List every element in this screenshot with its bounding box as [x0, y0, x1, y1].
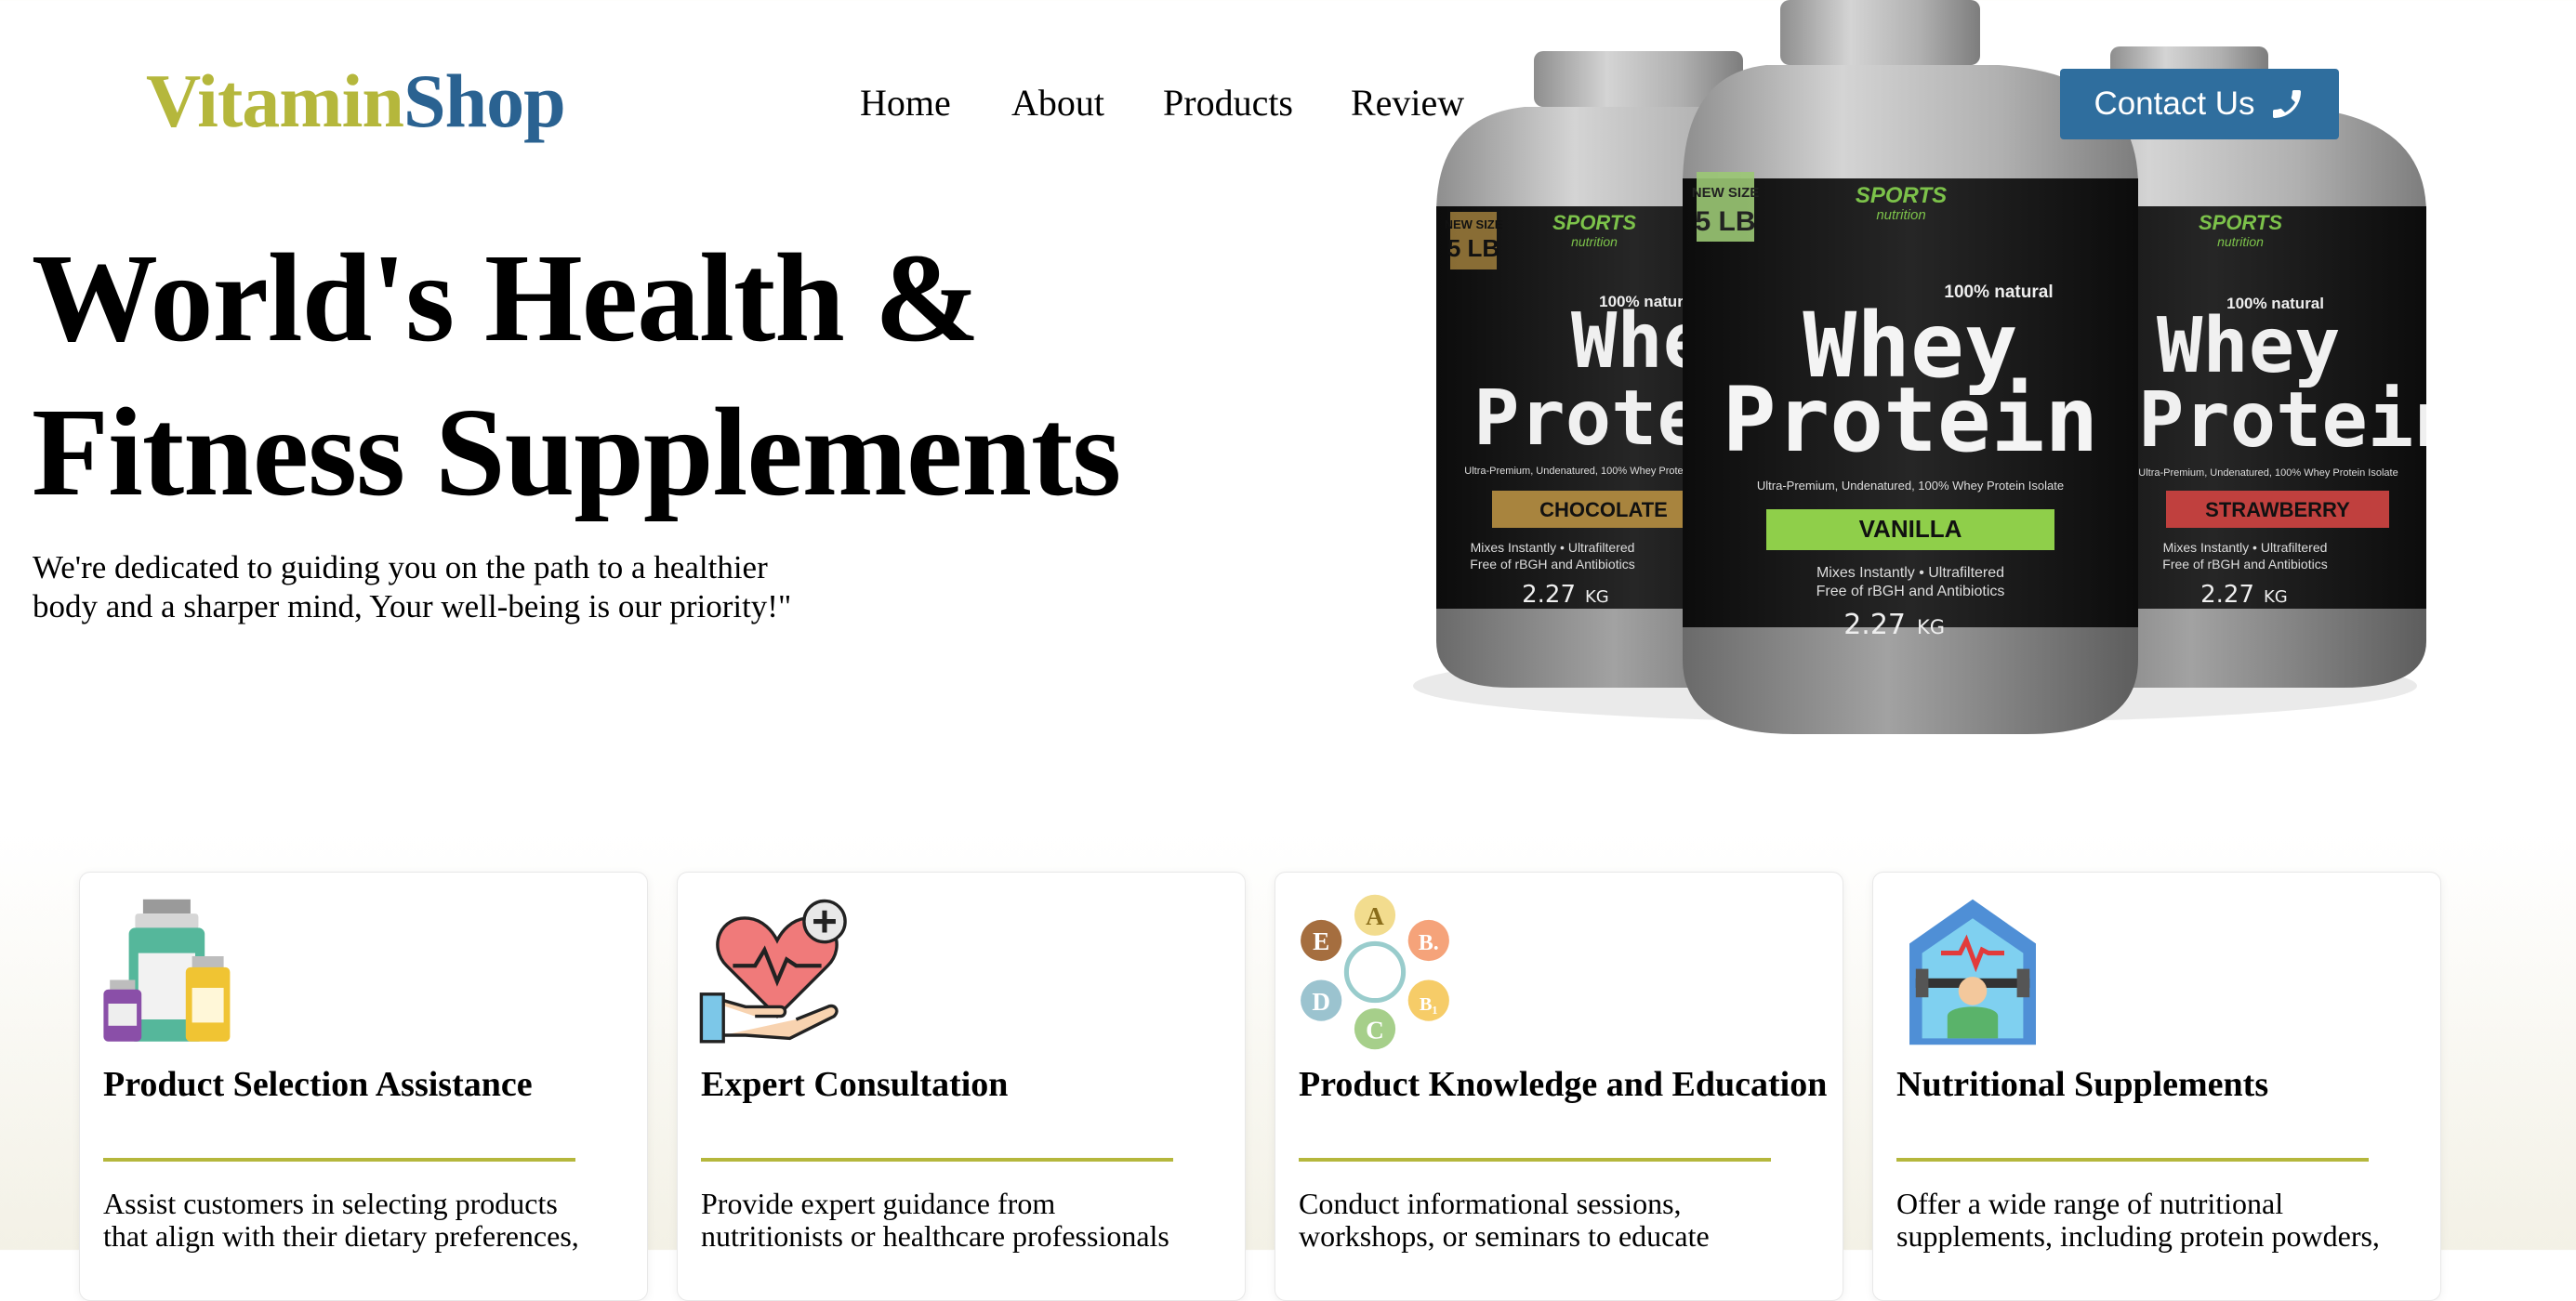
svg-text:C: C [1366, 1016, 1384, 1044]
card-title: Product Knowledge and Education [1299, 1065, 1828, 1104]
svg-text:KG: KG [1585, 587, 1609, 607]
card-text: Assist customers in selecting products t… [103, 1187, 579, 1253]
title-divider [701, 1158, 1173, 1162]
svg-text:2.27: 2.27 [1843, 609, 1906, 641]
svg-text:nutrition: nutrition [2217, 234, 2264, 249]
title-divider [1299, 1158, 1771, 1162]
svg-text:nutrition: nutrition [1876, 207, 1925, 223]
hero-title-line2: Fitness Supplements [32, 383, 1121, 522]
svg-text:Protein: Protein [2138, 376, 2426, 465]
service-card-product-knowledge[interactable]: A B. B₁ C D E Product Knowledge and Educ… [1275, 872, 1843, 1301]
logo-vitamin: Vitamin [146, 59, 404, 143]
hero-title-line1: World's Health & [32, 229, 980, 368]
svg-text:SPORTS: SPORTS [1856, 183, 1947, 208]
card-text: Provide expert guidance from nutritionis… [701, 1187, 1169, 1253]
svg-text:Mixes Instantly • Ultrafiltere: Mixes Instantly • Ultrafiltered [2163, 540, 2328, 555]
contact-us-label: Contact Us [2094, 85, 2255, 122]
svg-text:B₁: B₁ [1420, 994, 1438, 1015]
svg-text:Free of rBGH and Antibiotics: Free of rBGH and Antibiotics [2162, 557, 2327, 572]
supplement-bottles-icon [103, 899, 231, 1042]
svg-text:A: A [1366, 902, 1384, 930]
hero-subtitle-line1: We're dedicated to guiding you on the pa… [33, 549, 768, 585]
svg-text:STRAWBERRY: STRAWBERRY [2205, 498, 2350, 521]
svg-text:Free of rBGH and Antibiotics: Free of rBGH and Antibiotics [1470, 557, 1634, 572]
svg-text:VANILLA: VANILLA [1859, 515, 1962, 543]
hero-title: World's Health & Fitness Supplements [32, 221, 1240, 530]
svg-text:5 LB: 5 LB [1447, 234, 1499, 262]
service-card-expert-consultation[interactable]: Expert Consultation Provide expert guida… [677, 872, 1246, 1301]
card-title: Product Selection Assistance [103, 1065, 533, 1104]
svg-text:Protein: Protein [1723, 368, 2099, 472]
heart-care-icon [699, 899, 847, 1044]
svg-text:SPORTS: SPORTS [2199, 211, 2282, 234]
contact-us-button[interactable]: Contact Us [2060, 69, 2339, 139]
svg-text:B.: B. [1419, 931, 1439, 955]
nav-products[interactable]: Products [1163, 80, 1293, 126]
card-text: Conduct informational sessions, workshop… [1299, 1187, 1710, 1253]
svg-text:E: E [1313, 927, 1329, 955]
svg-text:KG: KG [2264, 587, 2288, 607]
svg-text:CHOCOLATE: CHOCOLATE [1539, 498, 1668, 521]
nav-about[interactable]: About [1011, 80, 1104, 126]
svg-text:Mixes Instantly • Ultrafiltere: Mixes Instantly • Ultrafiltered [1471, 540, 1635, 555]
fitness-gym-icon [1909, 899, 2036, 1045]
card-title: Expert Consultation [701, 1065, 1009, 1104]
vitamins-cycle-icon: A B. B₁ C D E [1301, 894, 1449, 1050]
title-divider [1896, 1158, 2369, 1162]
svg-text:Ultra-Premium, Undenatured, 10: Ultra-Premium, Undenatured, 100% Whey Pr… [1757, 479, 2064, 493]
svg-text:D: D [1312, 988, 1330, 1016]
svg-text:NEW SIZE: NEW SIZE [1445, 217, 1503, 231]
nav-home[interactable]: Home [860, 80, 951, 126]
svg-text:2.27: 2.27 [2200, 581, 2254, 609]
title-divider [103, 1158, 575, 1162]
service-card-product-selection[interactable]: Product Selection Assistance Assist cust… [79, 872, 648, 1301]
card-text: Offer a wide range of nutritional supple… [1896, 1187, 2380, 1253]
service-card-nutritional-supplements[interactable]: Nutritional Supplements Offer a wide ran… [1872, 872, 2441, 1301]
svg-text:SPORTS: SPORTS [1552, 211, 1636, 234]
svg-text:KG: KG [1917, 616, 1945, 638]
site-logo[interactable]: VitaminShop [146, 63, 566, 139]
svg-text:nutrition: nutrition [1571, 234, 1618, 249]
svg-text:Ultra-Premium, Undenatured, 10: Ultra-Premium, Undenatured, 100% Whey Pr… [2138, 467, 2398, 479]
svg-text:2.27: 2.27 [1522, 581, 1576, 609]
svg-text:Mixes Instantly • Ultrafiltere: Mixes Instantly • Ultrafiltered [1816, 565, 2004, 581]
phone-icon [2272, 90, 2301, 118]
svg-text:Free of rBGH and Antibiotics: Free of rBGH and Antibiotics [1816, 584, 2005, 599]
hero-subtitle-line2: body and a sharper mind, Your well-being… [33, 588, 792, 624]
logo-shop: Shop [403, 59, 566, 143]
card-title: Nutritional Supplements [1896, 1065, 2269, 1104]
hero-subtitle: We're dedicated to guiding you on the pa… [33, 548, 869, 626]
svg-text:NEW SIZE: NEW SIZE [1692, 185, 1760, 201]
svg-text:5 LB: 5 LB [1695, 206, 1755, 237]
